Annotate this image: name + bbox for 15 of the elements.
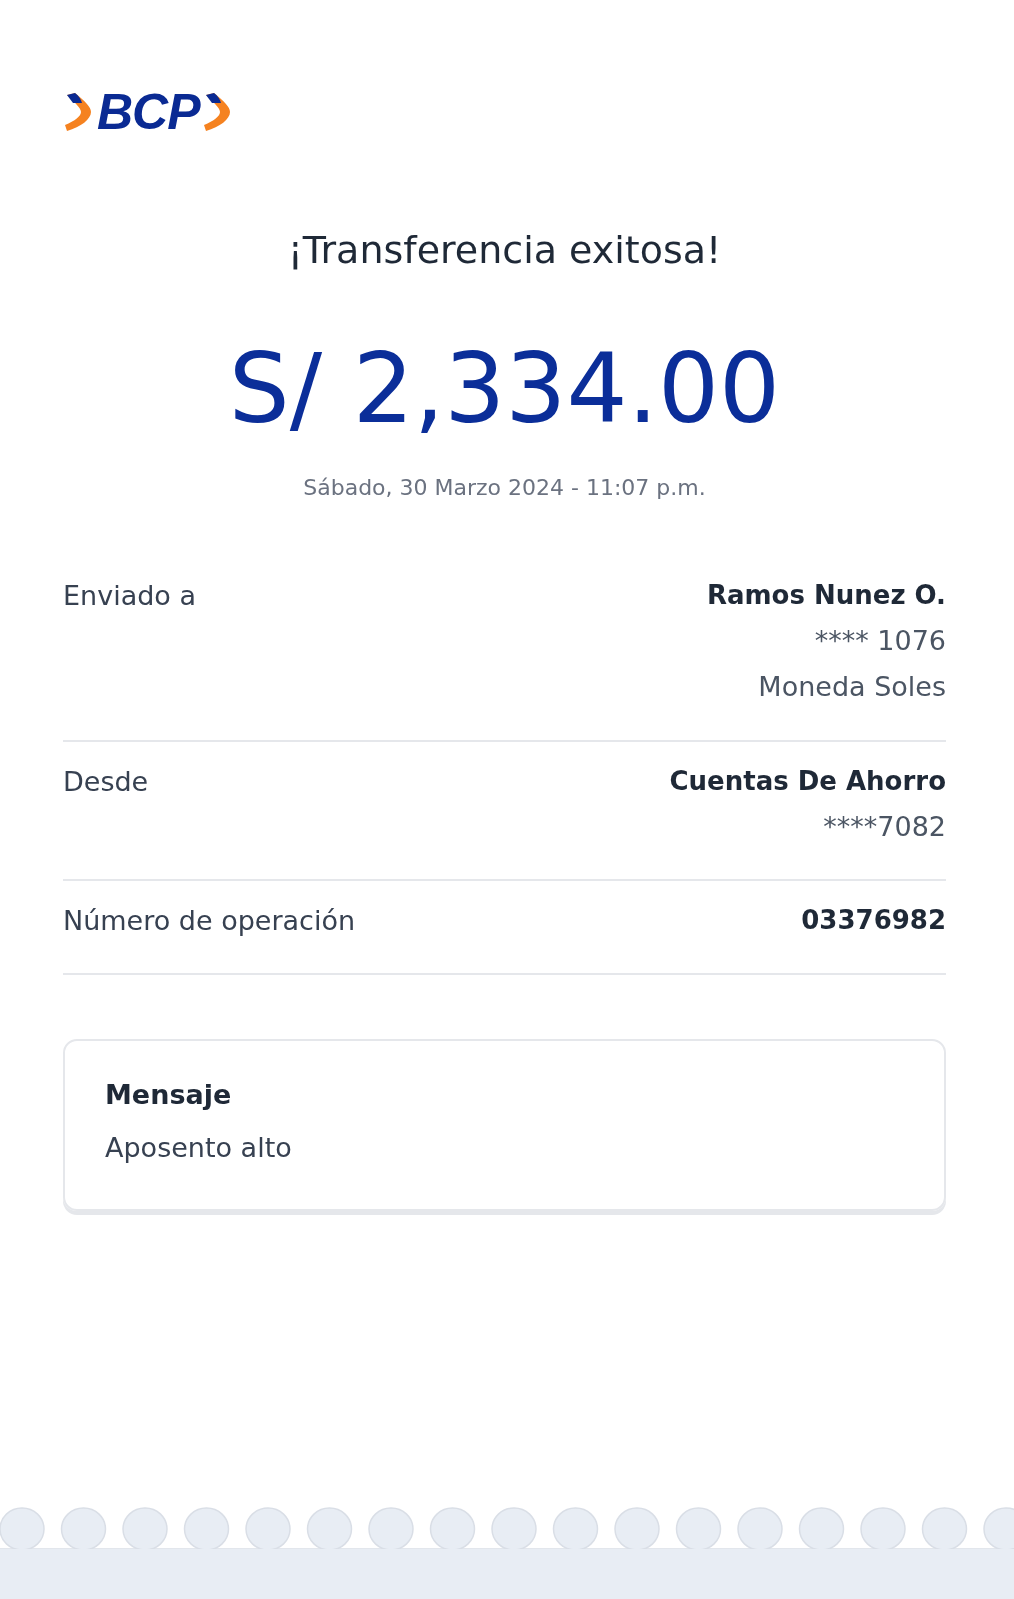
detail-value: **** 1076 <box>814 624 946 658</box>
detail-label: Número de operación <box>63 905 356 937</box>
message-heading: Mensaje <box>105 1078 233 1110</box>
detail-label: Enviado a <box>63 579 196 611</box>
message-text: Aposento alto <box>105 1131 293 1163</box>
detail-value: 03376982 <box>801 905 946 937</box>
detail-value: Ramos Nunez O. <box>706 579 946 611</box>
amount: S/ 2,334.00 <box>227 331 782 447</box>
date-time: Sábado, 30 Marzo 2024 - 11:07 p.m. <box>302 474 707 500</box>
success-title: ¡Transferencia exitosa! <box>286 228 723 274</box>
detail-value: Cuentas De Ahorro <box>669 765 946 797</box>
detail-label: Desde <box>63 765 149 797</box>
detail-value: ****7082 <box>823 810 946 844</box>
detail-value: Moneda Soles <box>758 671 946 704</box>
logo-text: BCP <box>97 87 200 137</box>
